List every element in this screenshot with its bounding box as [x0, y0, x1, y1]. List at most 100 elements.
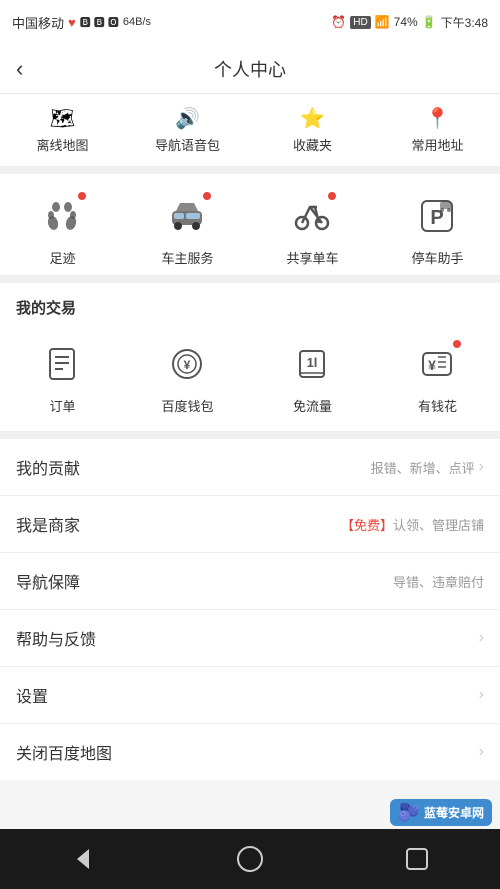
- time: 下午3:48: [441, 14, 488, 31]
- free-tag: 【免费】: [341, 518, 393, 533]
- order-label: 订单: [49, 396, 75, 415]
- back-nav-icon: [69, 845, 97, 873]
- merchant-item[interactable]: 我是商家 【免费】认领、管理店铺: [0, 496, 500, 553]
- money-item[interactable]: ¥ 有钱花: [411, 338, 463, 415]
- service-icons: 足迹 车主服务: [0, 190, 500, 267]
- money-icon-wrapper: ¥: [411, 338, 463, 390]
- contribution-chevron: ›: [479, 458, 484, 476]
- contribution-right-text: 报错、新增、点评: [371, 458, 475, 477]
- transaction-grid: 订单 ¥ 百度钱包 1l 免流量: [0, 328, 500, 439]
- voice-icon: 🔊: [175, 106, 200, 131]
- carrier: 中国移动: [12, 13, 64, 32]
- speed: 64B/s: [123, 16, 151, 28]
- flow-item[interactable]: 1l 免流量: [286, 338, 338, 415]
- money-label: 有钱花: [418, 396, 457, 415]
- bike-item[interactable]: 共享单车: [286, 190, 338, 267]
- back-button[interactable]: ‹: [16, 56, 23, 82]
- service-grid: 足迹 车主服务: [0, 174, 500, 283]
- battery-icon: 🔋: [422, 15, 437, 29]
- parking-icon: P: [418, 197, 456, 235]
- merchant-action: 认领、管理店铺: [393, 518, 484, 533]
- quick-nav-address[interactable]: 📍 常用地址: [375, 106, 500, 154]
- home-nav-button[interactable]: [225, 834, 275, 884]
- back-nav-button[interactable]: [58, 834, 108, 884]
- car-icon: [168, 197, 206, 235]
- transaction-title: 我的交易: [0, 283, 500, 328]
- status-right: ⏰ HD 📶 74% 🔋 下午3:48: [331, 14, 488, 31]
- menu-nav-icon: [403, 845, 431, 873]
- merchant-label: 我是商家: [16, 512, 80, 536]
- close-map-chevron: ›: [479, 743, 484, 761]
- flow-icon-wrapper: 1l: [286, 338, 338, 390]
- order-icon-wrapper: [36, 338, 88, 390]
- order-icon: [43, 345, 81, 383]
- page-title: 个人中心: [214, 56, 286, 82]
- wallet-icon-wrapper: ¥: [161, 338, 213, 390]
- quick-nav: 🗺 离线地图 🔊 导航语音包 ⭐ 收藏夹 📍 常用地址: [0, 94, 500, 174]
- quick-nav-voice[interactable]: 🔊 导航语音包: [125, 106, 250, 154]
- footprint-label: 足迹: [49, 248, 75, 267]
- settings-item[interactable]: 设置 ›: [0, 667, 500, 724]
- favorites-icon: ⭐: [300, 106, 325, 131]
- watermark-icon: 🫐: [398, 802, 420, 823]
- car-icon-wrapper: [161, 190, 213, 242]
- contribution-label: 我的贡献: [16, 455, 80, 479]
- footprint-dot: [78, 192, 86, 200]
- settings-label: 设置: [16, 683, 48, 707]
- nav-protect-label: 导航保障: [16, 569, 80, 593]
- address-icon: 📍: [425, 106, 450, 131]
- parking-label: 停车助手: [411, 248, 463, 267]
- svg-text:1l: 1l: [307, 355, 318, 370]
- bike-icon: [293, 197, 331, 235]
- contribution-item[interactable]: 我的贡献 报错、新增、点评 ›: [0, 439, 500, 496]
- car-service-item[interactable]: 车主服务: [161, 190, 213, 267]
- footprint-item[interactable]: 足迹: [36, 190, 88, 267]
- flow-label: 免流量: [293, 396, 332, 415]
- transaction-section: 我的交易 订单 ¥ 百度钱包: [0, 283, 500, 439]
- merchant-right-text: 【免费】认领、管理店铺: [341, 515, 484, 534]
- home-nav-icon: [236, 845, 264, 873]
- header: ‹ 个人中心: [0, 44, 500, 94]
- wallet-item[interactable]: ¥ 百度钱包: [161, 338, 213, 415]
- bike-icon-wrapper: [286, 190, 338, 242]
- svg-text:¥: ¥: [429, 357, 437, 373]
- signal-icon: 📶: [375, 15, 390, 29]
- close-map-label: 关闭百度地图: [16, 740, 112, 764]
- heart-icon: ♥: [68, 15, 76, 30]
- help-item[interactable]: 帮助与反馈 ›: [0, 610, 500, 667]
- bike-dot: [328, 192, 336, 200]
- money-dot: [453, 340, 461, 348]
- offline-map-icon: 🗺: [50, 106, 75, 131]
- wallet-label: 百度钱包: [161, 396, 213, 415]
- address-label: 常用地址: [411, 135, 463, 154]
- footprint-icon: [43, 197, 81, 235]
- contribution-right: 报错、新增、点评 ›: [371, 458, 484, 477]
- menu-nav-button[interactable]: [392, 834, 442, 884]
- quick-nav-offline-map[interactable]: 🗺 离线地图: [0, 106, 125, 154]
- nav-protect-right-text: 导错、违章赔付: [393, 572, 484, 591]
- bike-label: 共享单车: [286, 248, 338, 267]
- hd-badge: HD: [350, 16, 370, 29]
- bottom-nav: [0, 829, 500, 889]
- nav-protect-right: 导错、违章赔付: [393, 572, 484, 591]
- svg-text:¥: ¥: [184, 358, 191, 372]
- offline-map-label: 离线地图: [36, 135, 88, 154]
- watermark-text: 蓝莓安卓网: [424, 804, 484, 821]
- footprint-icon-wrapper: [36, 190, 88, 242]
- status-left: 中国移动 ♥ 🅱 🅱 🅾 64B/s: [12, 13, 151, 32]
- close-map-item[interactable]: 关闭百度地图 ›: [0, 724, 500, 780]
- battery-pct: 74%: [394, 15, 418, 29]
- order-item[interactable]: 订单: [36, 338, 88, 415]
- help-label: 帮助与反馈: [16, 626, 96, 650]
- help-chevron: ›: [479, 629, 484, 647]
- menu-list: 我的贡献 报错、新增、点评 › 我是商家 【免费】认领、管理店铺 导航保障 导错…: [0, 439, 500, 780]
- merchant-right: 【免费】认领、管理店铺: [341, 515, 484, 534]
- parking-item[interactable]: P 停车助手: [411, 190, 463, 267]
- nav-protect-item[interactable]: 导航保障 导错、违章赔付: [0, 553, 500, 610]
- settings-right: ›: [479, 686, 484, 704]
- favorites-label: 收藏夹: [293, 135, 332, 154]
- close-map-right: ›: [479, 743, 484, 761]
- voice-label: 导航语音包: [155, 135, 220, 154]
- quick-nav-favorites[interactable]: ⭐ 收藏夹: [250, 106, 375, 154]
- car-dot: [203, 192, 211, 200]
